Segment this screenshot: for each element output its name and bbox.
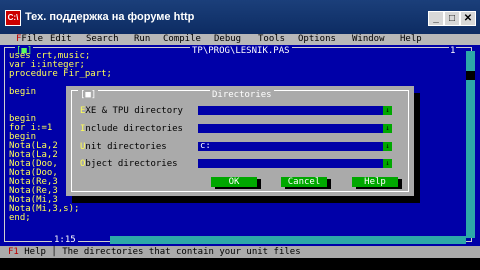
menu-run-label: Run — [134, 34, 151, 44]
include-directories-input[interactable] — [198, 124, 383, 133]
vertical-scrollbar[interactable] — [466, 51, 475, 238]
menu-window-label: Window — [352, 34, 385, 44]
menu-run[interactable]: Run — [134, 34, 150, 45]
status-bar: F1 Help │ The directories that contain y… — [0, 246, 480, 258]
menu-debug[interactable]: Debug — [214, 34, 241, 45]
window-titlebar: C:\ Тех. поддержка на форуме http _ □ ✕ — [0, 0, 480, 34]
screen-bottom-border — [0, 258, 480, 270]
close-button[interactable]: ✕ — [460, 11, 476, 26]
window-title: Тех. поддержка на форуме http — [25, 11, 195, 23]
editor-filename: TP\PROG\LESNIK.PAS — [190, 46, 292, 56]
status-separator: │ — [45, 247, 63, 257]
menu-tools-label: Tools — [258, 34, 286, 44]
exe-tpu-directory-input[interactable] — [198, 106, 383, 115]
menu-help[interactable]: Help — [400, 34, 422, 45]
maximize-button[interactable]: □ — [444, 11, 460, 26]
menu-compile-label: Compile — [163, 34, 201, 44]
help-button[interactable]: Help — [352, 177, 398, 187]
history-arrow-icon[interactable]: ↓ — [383, 159, 392, 168]
include-label-text: nclude directories — [85, 124, 183, 134]
menu-tools[interactable]: Tools — [258, 34, 285, 45]
ok-button[interactable]: OK — [211, 177, 257, 187]
unit-directories-label: Unit directories — [80, 142, 167, 152]
dialog-close-box[interactable]: [■] — [78, 90, 99, 100]
exe-tpu-directory-label: EXE & TPU directory — [80, 106, 183, 116]
include-directories-label: Include directories — [80, 124, 183, 134]
exe-tpu-label-text: XE & TPU directory — [85, 106, 183, 116]
history-arrow-icon[interactable]: ↓ — [383, 106, 392, 115]
editor-window-number: 1 — [449, 46, 457, 56]
menu-file-label: File — [21, 34, 44, 44]
unit-label-text: nit directories — [85, 142, 167, 152]
cancel-button[interactable]: Cancel — [281, 177, 327, 187]
menu-bar: FFile Edit Search Run Compile Debug Tool… — [0, 34, 480, 45]
history-arrow-icon[interactable]: ↓ — [383, 124, 392, 133]
history-arrow-icon[interactable]: ↓ — [383, 142, 392, 151]
menu-help-label: Help — [400, 34, 422, 44]
status-f1-key[interactable]: F1 — [8, 247, 19, 257]
status-f1-label: Help — [18, 247, 46, 257]
app-icon: C:\ — [5, 10, 21, 26]
menu-options-label: Options — [298, 34, 336, 44]
cursor-position: 1:15 — [52, 235, 78, 245]
object-label-text: bject directories — [85, 159, 178, 169]
object-directories-input[interactable] — [198, 159, 383, 168]
horizontal-scrollbar[interactable] — [110, 236, 466, 244]
scroll-thumb[interactable] — [466, 71, 475, 80]
unit-directories-input[interactable]: c: — [198, 142, 383, 151]
code-line[interactable]: procedure Fir_part; — [9, 70, 112, 79]
menu-edit-label: Edit — [50, 34, 72, 44]
menu-file[interactable]: FFile — [16, 34, 43, 45]
menu-edit[interactable]: Edit — [50, 34, 72, 45]
menu-compile[interactable]: Compile — [163, 34, 201, 45]
menu-window[interactable]: Window — [352, 34, 385, 45]
directories-dialog: [■] Directories EXE & TPU directory ↓ In… — [66, 86, 414, 196]
menu-search-label: Search — [86, 34, 119, 44]
minimize-button[interactable]: _ — [428, 11, 444, 26]
status-message: The directories that contain your unit f… — [62, 247, 301, 257]
code-line[interactable]: end; — [9, 214, 112, 223]
menu-search[interactable]: Search — [86, 34, 119, 45]
dialog-title: Directories — [210, 90, 274, 100]
menu-options[interactable]: Options — [298, 34, 336, 45]
menu-debug-label: Debug — [214, 34, 242, 44]
object-directories-label: Object directories — [80, 159, 178, 169]
